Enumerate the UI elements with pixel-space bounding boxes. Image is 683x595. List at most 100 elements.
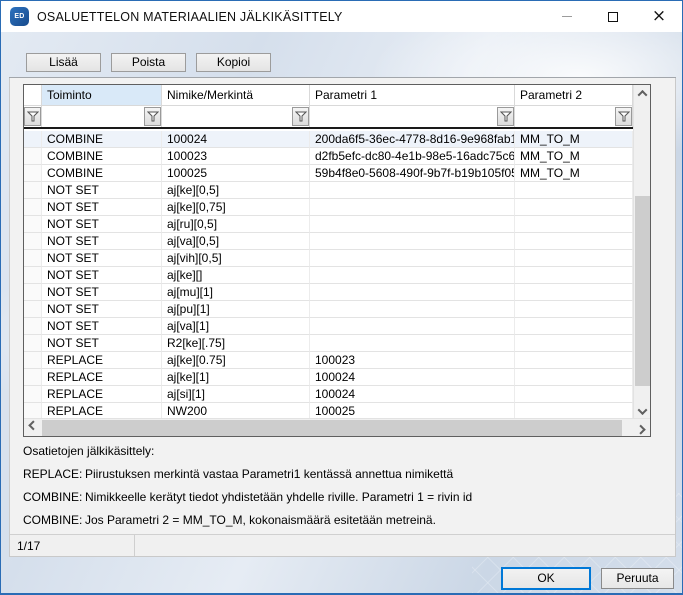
vertical-scrollbar[interactable] bbox=[633, 85, 650, 420]
cell-toiminto[interactable]: NOT SET bbox=[42, 233, 162, 250]
cell-p2[interactable] bbox=[515, 369, 633, 386]
cell-nimike[interactable]: aj[va][1] bbox=[162, 318, 310, 335]
cell-toiminto[interactable]: NOT SET bbox=[42, 182, 162, 199]
row-selector[interactable] bbox=[24, 386, 42, 403]
cell-toiminto[interactable]: NOT SET bbox=[42, 250, 162, 267]
table-row[interactable]: REPLACEaj[si][1]100024 bbox=[24, 386, 633, 403]
cell-toiminto[interactable]: REPLACE bbox=[42, 352, 162, 369]
cell-toiminto[interactable]: NOT SET bbox=[42, 216, 162, 233]
table-row[interactable]: NOT SETaj[ke][] bbox=[24, 267, 633, 284]
cell-toiminto[interactable]: NOT SET bbox=[42, 267, 162, 284]
table-row[interactable]: COMBINE100023d2fb5efc-dc80-4e1b-98e5-16a… bbox=[24, 148, 633, 165]
cell-toiminto[interactable]: COMBINE bbox=[42, 148, 162, 165]
cell-p2[interactable] bbox=[515, 335, 633, 352]
row-selector[interactable] bbox=[24, 216, 42, 233]
cell-toiminto[interactable]: COMBINE bbox=[42, 131, 162, 148]
row-selector[interactable] bbox=[24, 199, 42, 216]
ok-button[interactable]: OK bbox=[501, 567, 591, 590]
cell-p2[interactable] bbox=[515, 318, 633, 335]
filter-icon[interactable] bbox=[292, 107, 309, 126]
row-selector[interactable] bbox=[24, 233, 42, 250]
row-selector[interactable] bbox=[24, 301, 42, 318]
cell-nimike[interactable]: aj[pu][1] bbox=[162, 301, 310, 318]
filter-icon[interactable] bbox=[144, 107, 161, 126]
cell-p2[interactable] bbox=[515, 352, 633, 369]
filter-icon[interactable] bbox=[497, 107, 514, 126]
header-parametri-2[interactable]: Parametri 2 bbox=[515, 85, 633, 105]
filter-input-parametri-2[interactable] bbox=[516, 107, 614, 126]
cell-p2[interactable] bbox=[515, 284, 633, 301]
cell-p2[interactable] bbox=[515, 182, 633, 199]
cell-p2[interactable]: MM_TO_M bbox=[515, 131, 633, 148]
cell-p2[interactable] bbox=[515, 386, 633, 403]
cell-p1[interactable]: d2fb5efc-dc80-4e1b-98e5-16adc75c6348 bbox=[310, 148, 515, 165]
cell-toiminto[interactable]: NOT SET bbox=[42, 318, 162, 335]
add-button[interactable]: Lisää bbox=[26, 53, 101, 72]
table-row[interactable]: COMBINE10002559b4f8e0-5608-490f-9b7f-b19… bbox=[24, 165, 633, 182]
cell-nimike[interactable]: 100024 bbox=[162, 131, 310, 148]
header-toiminto[interactable]: Toiminto bbox=[42, 85, 162, 105]
cell-nimike[interactable]: 100025 bbox=[162, 165, 310, 182]
row-selector[interactable] bbox=[24, 267, 42, 284]
scroll-left-button[interactable] bbox=[24, 419, 41, 436]
maximize-button[interactable] bbox=[590, 1, 636, 32]
cell-nimike[interactable]: aj[ke][0.75] bbox=[162, 352, 310, 369]
horizontal-scrollbar[interactable] bbox=[24, 418, 650, 436]
row-selector[interactable] bbox=[24, 182, 42, 199]
cell-toiminto[interactable]: COMBINE bbox=[42, 165, 162, 182]
cell-nimike[interactable]: 100023 bbox=[162, 148, 310, 165]
cell-p1[interactable]: 100024 bbox=[310, 386, 515, 403]
cell-p2[interactable]: MM_TO_M bbox=[515, 165, 633, 182]
table-row[interactable]: NOT SETR2[ke][.75] bbox=[24, 335, 633, 352]
cell-p1[interactable]: 59b4f8e0-5608-490f-9b7f-b19b105f05b1 bbox=[310, 165, 515, 182]
cell-nimike[interactable]: R2[ke][.75] bbox=[162, 335, 310, 352]
vertical-scroll-thumb[interactable] bbox=[635, 196, 650, 386]
row-selector[interactable] bbox=[24, 250, 42, 267]
table-row[interactable]: REPLACEaj[ke][0.75]100023 bbox=[24, 352, 633, 369]
cell-p2[interactable] bbox=[515, 301, 633, 318]
cell-p1[interactable] bbox=[310, 216, 515, 233]
table-row[interactable]: NOT SETaj[ke][0,75] bbox=[24, 199, 633, 216]
cell-p1[interactable] bbox=[310, 301, 515, 318]
horizontal-scroll-thumb[interactable] bbox=[42, 420, 622, 436]
cell-toiminto[interactable]: NOT SET bbox=[42, 284, 162, 301]
cell-p1[interactable] bbox=[310, 335, 515, 352]
row-selector[interactable] bbox=[24, 335, 42, 352]
cell-nimike[interactable]: aj[ke][0,75] bbox=[162, 199, 310, 216]
table-row[interactable]: NOT SETaj[va][1] bbox=[24, 318, 633, 335]
header-parametri-1[interactable]: Parametri 1 bbox=[310, 85, 515, 105]
table-row[interactable]: NOT SETaj[vih][0,5] bbox=[24, 250, 633, 267]
table-row[interactable]: NOT SETaj[ru][0,5] bbox=[24, 216, 633, 233]
cell-toiminto[interactable]: REPLACE bbox=[42, 369, 162, 386]
cell-toiminto[interactable]: NOT SET bbox=[42, 335, 162, 352]
table-row[interactable]: NOT SETaj[mu][1] bbox=[24, 284, 633, 301]
row-selector[interactable] bbox=[24, 318, 42, 335]
scroll-up-button[interactable] bbox=[634, 85, 651, 102]
scroll-right-button[interactable] bbox=[633, 419, 650, 436]
cell-toiminto[interactable]: NOT SET bbox=[42, 199, 162, 216]
minimize-button[interactable] bbox=[544, 1, 590, 32]
table-row[interactable]: NOT SETaj[ke][0,5] bbox=[24, 182, 633, 199]
cell-nimike[interactable]: aj[ke][0,5] bbox=[162, 182, 310, 199]
cell-p1[interactable] bbox=[310, 233, 515, 250]
filter-icon[interactable] bbox=[615, 107, 632, 126]
row-selector[interactable] bbox=[24, 165, 42, 182]
cell-p1[interactable] bbox=[310, 267, 515, 284]
filter-input-toiminto[interactable] bbox=[43, 107, 143, 126]
cell-p1[interactable]: 100024 bbox=[310, 369, 515, 386]
cell-nimike[interactable]: aj[mu][1] bbox=[162, 284, 310, 301]
table-row[interactable]: NOT SETaj[pu][1] bbox=[24, 301, 633, 318]
table-row[interactable]: NOT SETaj[va][0,5] bbox=[24, 233, 633, 250]
filter-input-parametri-1[interactable] bbox=[311, 107, 496, 126]
cell-nimike[interactable]: aj[si][1] bbox=[162, 386, 310, 403]
cell-nimike[interactable]: aj[ke][] bbox=[162, 267, 310, 284]
close-button[interactable]: × bbox=[636, 1, 682, 32]
cell-toiminto[interactable]: NOT SET bbox=[42, 301, 162, 318]
filter-icon[interactable] bbox=[24, 107, 41, 126]
cell-nimike[interactable]: aj[ru][0,5] bbox=[162, 216, 310, 233]
cell-p1[interactable] bbox=[310, 182, 515, 199]
cell-p1[interactable] bbox=[310, 199, 515, 216]
cell-p2[interactable] bbox=[515, 199, 633, 216]
cell-p2[interactable] bbox=[515, 267, 633, 284]
cancel-button[interactable]: Peruuta bbox=[601, 568, 674, 589]
